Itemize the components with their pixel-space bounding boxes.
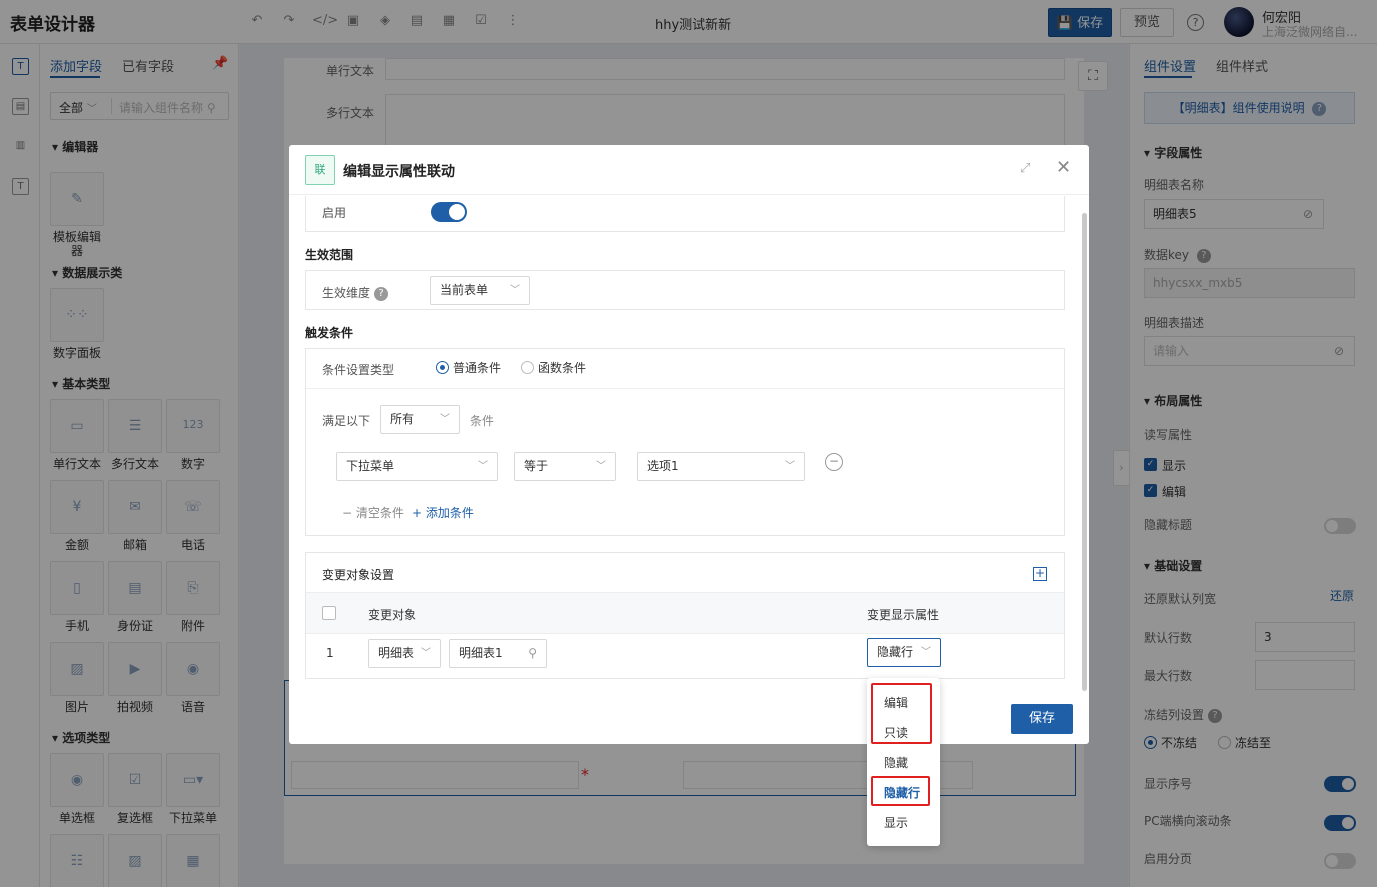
add-cond-link[interactable]: + 添加条件 — [412, 504, 474, 521]
row-type-select[interactable]: 明细表 ﹀ — [368, 639, 441, 668]
cond-op-select[interactable]: 等于 ﹀ — [514, 452, 616, 481]
satisfy-select[interactable]: 所有 ﹀ — [380, 405, 460, 434]
target-table-header: 变更对象 变更显示属性 — [306, 592, 1064, 634]
func-cond-radio[interactable] — [521, 361, 534, 374]
normal-cond-label: 普通条件 — [453, 361, 502, 375]
add-cond-label: 添加条件 — [425, 506, 474, 520]
satisfy-value: 所有 — [390, 412, 415, 426]
highlight-box — [871, 683, 932, 744]
target-card: 变更对象设置 + 变更对象 变更显示属性 1 明细表 ﹀ 明细表1 ⚲ 隐藏行 ﹀ — [305, 552, 1065, 679]
divider — [306, 388, 1064, 389]
enable-label: 启用 — [322, 206, 347, 220]
chevron-down-icon: ﹀ — [421, 648, 431, 659]
clear-cond-label: 清空条件 — [355, 506, 404, 520]
close-icon[interactable]: ✕ — [1056, 157, 1071, 178]
scope-dim-value: 当前表单 — [440, 283, 489, 297]
chevron-down-icon: ﹀ — [785, 461, 795, 472]
cond-value-value: 选项1 — [647, 459, 679, 473]
modal-scrollbar[interactable] — [1082, 213, 1087, 691]
add-target-icon[interactable]: + — [1033, 567, 1047, 581]
dropdown-option-hide[interactable]: 隐藏 — [884, 754, 908, 771]
cond-type-label: 条件设置类型 — [322, 363, 395, 377]
enable-toggle[interactable] — [431, 202, 467, 222]
cond-field-value: 下拉菜单 — [346, 459, 395, 473]
chevron-down-icon: ﹀ — [478, 461, 488, 472]
search-icon: ⚲ — [528, 646, 537, 660]
func-cond-label: 函数条件 — [538, 361, 587, 375]
cond-field-select[interactable]: 下拉菜单 ﹀ — [336, 452, 498, 481]
modal-save-button[interactable]: 保存 — [1011, 704, 1073, 734]
select-all-checkbox[interactable] — [322, 606, 336, 620]
expand-icon[interactable]: ⤢ — [1020, 161, 1030, 176]
dropdown-option-show[interactable]: 显示 — [884, 814, 908, 831]
row-target-input[interactable]: 明细表1 ⚲ — [449, 639, 547, 668]
row-index: 1 — [326, 646, 334, 660]
scope-card: 生效维度? 当前表单 ﹀ — [305, 270, 1065, 310]
satisfy-suffix: 条件 — [470, 414, 495, 428]
cond-value-select[interactable]: 选项1 ﹀ — [637, 452, 805, 481]
row-type-value: 明细表 — [378, 646, 415, 660]
linkage-modal: 联 编辑显示属性联动 ⤢ ✕ 启用 生效范围 生效维度? 当前表单 ﹀ 触发条件 … — [289, 145, 1089, 744]
enable-card: 启用 — [305, 196, 1065, 232]
trigger-section-title: 触发条件 — [305, 326, 354, 340]
remove-cond-icon[interactable]: − — [825, 453, 843, 471]
highlight-box — [871, 776, 930, 806]
chevron-down-icon: ﹀ — [510, 285, 520, 296]
trigger-card: 条件设置类型 普通条件 函数条件 满足以下 所有 ﹀ 条件 下拉菜单 ﹀ 等于 ﹀ 选… — [305, 348, 1065, 536]
question-icon: ? — [374, 286, 389, 301]
modal-header: 联 编辑显示属性联动 ⤢ ✕ — [289, 145, 1089, 195]
satisfy-prefix: 满足以下 — [322, 414, 371, 428]
chevron-down-icon: ﹀ — [440, 414, 450, 425]
chevron-down-icon: ﹀ — [921, 647, 931, 658]
scope-dim-label: 生效维度? — [322, 284, 389, 301]
row-target-value: 明细表1 — [459, 646, 503, 660]
target-section-title: 变更对象设置 — [322, 568, 395, 582]
col-target: 变更对象 — [368, 608, 417, 622]
cond-op-value: 等于 — [524, 459, 549, 473]
row-prop-select[interactable]: 隐藏行 ﹀ — [867, 638, 941, 667]
normal-cond-radio[interactable] — [436, 361, 449, 374]
modal-title: 编辑显示属性联动 — [343, 164, 455, 180]
linkage-icon: 联 — [305, 155, 335, 185]
scope-section-title: 生效范围 — [305, 248, 354, 262]
scope-dim-label-text: 生效维度 — [322, 286, 371, 300]
col-prop: 变更显示属性 — [867, 608, 940, 622]
clear-cond-link[interactable]: − 清空条件 — [342, 504, 404, 521]
scope-dim-select[interactable]: 当前表单 ﹀ — [430, 276, 530, 305]
chevron-down-icon: ﹀ — [596, 461, 606, 472]
row-prop-value: 隐藏行 — [877, 645, 914, 659]
